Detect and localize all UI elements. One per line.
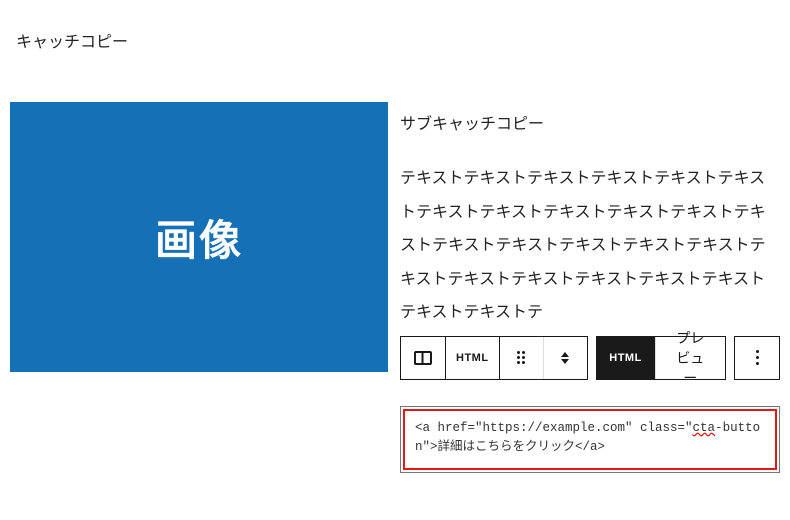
custom-html-block[interactable]: <a href="https://example.com" class="cta… xyxy=(400,406,780,473)
toolbar-group-main: HTML xyxy=(400,336,588,380)
drag-icon xyxy=(517,351,525,364)
columns-icon xyxy=(414,351,432,365)
body-paragraph[interactable]: テキストテキストテキストテキストテキストテキストテキストテキストテキストテキスト… xyxy=(400,162,780,330)
toolbar-group-tabs: HTML プレビュー xyxy=(596,336,726,380)
drag-handle[interactable] xyxy=(499,337,543,379)
more-options-button[interactable] xyxy=(735,337,779,379)
sub-catch-copy[interactable]: サブキャッチコピー xyxy=(400,110,780,134)
code-segment-spellcheck: cta xyxy=(693,421,716,435)
chevron-up-down-icon xyxy=(561,352,569,364)
columns-block[interactable]: 画像 サブキャッチコピー テキストテキストテキストテキストテキストテキストテキス… xyxy=(10,102,780,473)
html-tab-active[interactable]: HTML xyxy=(597,337,655,379)
preview-tab[interactable]: プレビュー xyxy=(655,337,725,379)
image-placeholder-label: 画像 xyxy=(155,207,243,268)
toolbar-group-more xyxy=(734,336,780,380)
image-placeholder[interactable]: 画像 xyxy=(10,102,388,372)
column-left[interactable]: 画像 xyxy=(10,102,388,473)
html-mode-plain-button[interactable]: HTML xyxy=(445,337,499,379)
catch-copy-heading[interactable]: キャッチコピー xyxy=(10,28,780,52)
block-toolbar: HTML HTML プレビュー xyxy=(400,336,780,380)
block-type-button[interactable] xyxy=(401,337,445,379)
column-right[interactable]: サブキャッチコピー テキストテキストテキストテキストテキストテキストテキストテキ… xyxy=(400,102,780,473)
more-vertical-icon xyxy=(756,350,759,365)
html-code-textarea[interactable]: <a href="https://example.com" class="cta… xyxy=(403,409,777,470)
code-segment-prefix: <a href="https://example.com" class=" xyxy=(415,421,693,435)
move-up-down-button[interactable] xyxy=(543,337,587,379)
